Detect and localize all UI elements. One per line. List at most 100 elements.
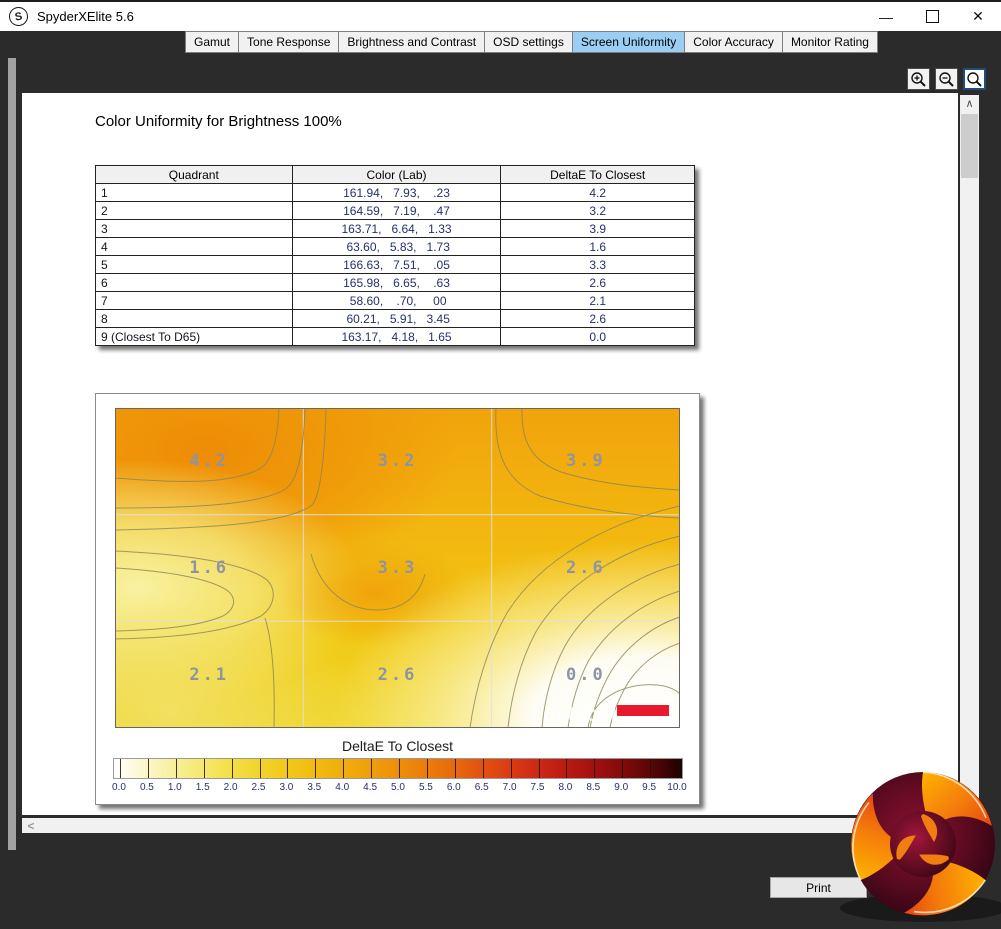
quad-cell: 7 xyxy=(95,291,293,310)
tab-monitor-rating[interactable]: Monitor Rating xyxy=(782,31,878,53)
tab-screen-uniformity[interactable]: Screen Uniformity xyxy=(572,31,686,53)
uniformity-figure: datacolor 4.2 3.2 3.9 1.6 3.3 2.6 2.1 2.6 0.0 De… xyxy=(95,393,700,805)
quad-cell: 2 xyxy=(95,201,293,220)
table-row: 4 63.60, 5.83, 1.73 1.6 xyxy=(95,237,695,256)
delta-cell: 3.3 xyxy=(500,255,695,274)
quad-cell: 8 xyxy=(95,309,293,328)
quad-cell: 9 (Closest To D65) xyxy=(95,327,293,346)
contour-plot-canvas: datacolor xyxy=(115,408,680,728)
colorbar-tick xyxy=(510,759,512,778)
uniformity-table-header-row: Quadrant Color (Lab) DeltaE To Closest xyxy=(95,165,695,184)
kitguru-logo xyxy=(836,756,1001,924)
table-row: 9 (Closest To D65) 163.17, 4.18, 1.65 0.0 xyxy=(95,327,695,346)
colorbar-tick-labels: 0.0 0.5 1.0 1.5 2.0 2.5 3.0 3.5 4.0 4.5 5.0 5.5 6.0 6… xyxy=(112,782,687,795)
column-header: DeltaE To Closest xyxy=(500,165,695,184)
page-title: Color Uniformity for Brightness 100% xyxy=(95,113,342,130)
left-frame-strip xyxy=(8,58,16,850)
table-row: 7 58.60, .70, 00 2.1 xyxy=(95,291,695,310)
colorbar-tick xyxy=(566,759,568,778)
lab-cell: 58.60, .70, 00 xyxy=(291,291,502,310)
kitguru-logo-icon xyxy=(840,771,1001,922)
colorbar-tick xyxy=(203,759,205,778)
delta-cell: 1.6 xyxy=(500,237,695,256)
column-header: Quadrant xyxy=(95,165,293,184)
minimize-button[interactable]: — xyxy=(863,2,909,31)
colorbar-tick-label: 9.5 xyxy=(642,782,657,793)
red-bar xyxy=(617,705,669,716)
scroll-left-icon[interactable]: < xyxy=(22,819,40,833)
colorbar-tick xyxy=(426,759,428,778)
colorbar-tick-label: 9.0 xyxy=(614,782,629,793)
colorbar-tick xyxy=(538,759,540,778)
lab-cell: 164.59, 7.19, .47 xyxy=(291,201,502,220)
tab-tone-response[interactable]: Tone Response xyxy=(239,31,340,53)
colorbar-gradient xyxy=(113,758,683,779)
delta-cell: 0.0 xyxy=(500,327,695,346)
tab-brightness-and-contrast[interactable]: Brightness and Contrast xyxy=(339,31,486,53)
lab-cell: 60.21, 5.91, 3.45 xyxy=(291,309,502,328)
colorbar-tick-label: 7.0 xyxy=(502,782,517,793)
colorbar-tick-label: 2.5 xyxy=(251,782,266,793)
quad-cell: 4 xyxy=(95,237,293,256)
delta-cell: 4.2 xyxy=(500,183,695,202)
vertical-scrollbar-thumb[interactable] xyxy=(961,114,978,178)
colorbar-tick xyxy=(287,759,289,778)
delta-cell: 3.2 xyxy=(500,201,695,220)
delta-cell: 2.6 xyxy=(500,273,695,292)
uniformity-table-body: 1 161.94, 7.93, .23 4.2 2 164.59, 7.19, .47 3… xyxy=(95,183,695,346)
colorbar-tick-label: 0.5 xyxy=(139,782,154,793)
title-bar: S SpyderXElite 5.6 — ✕ xyxy=(0,0,1001,31)
quad-cell: 5 xyxy=(95,255,293,274)
lab-cell: 63.60, 5.83, 1.73 xyxy=(291,237,502,256)
table-row: 8 60.21, 5.91, 3.45 2.6 xyxy=(95,309,695,328)
lab-cell: 163.71, 6.64, 1.33 xyxy=(291,219,502,238)
colorbar-tick-label: 6.0 xyxy=(446,782,461,793)
colorbar-tick xyxy=(259,759,261,778)
tab-gamut[interactable]: Gamut xyxy=(185,31,240,53)
horizontal-scrollbar[interactable]: < xyxy=(22,818,958,833)
maximize-button[interactable] xyxy=(909,2,955,31)
vertical-scrollbar[interactable]: ∧ ∨ xyxy=(960,95,979,815)
zoom-out-button[interactable] xyxy=(935,68,958,90)
colorbar-tick-label: 3.0 xyxy=(279,782,294,793)
colorbar-tick xyxy=(315,759,317,778)
colorbar-tick xyxy=(678,759,679,778)
colorbar-tick-label: 4.5 xyxy=(363,782,378,793)
scroll-up-icon[interactable]: ∧ xyxy=(960,95,979,112)
colorbar-tick xyxy=(454,759,456,778)
delta-cell: 3.9 xyxy=(500,219,695,238)
zoom-out-icon xyxy=(939,71,954,87)
table-row: 6 165.98, 6.65, .63 2.6 xyxy=(95,273,695,292)
colorbar-title: DeltaE To Closest xyxy=(341,738,453,754)
lab-cell: 163.17, 4.18, 1.65 xyxy=(291,327,502,346)
quad-cell: 1 xyxy=(95,183,293,202)
delta-cell: 2.6 xyxy=(500,309,695,328)
zoom-in-button[interactable] xyxy=(907,68,930,90)
colorbar-tick xyxy=(622,759,624,778)
tab-osd-settings[interactable]: OSD settings xyxy=(485,31,573,53)
colorbar-tick xyxy=(231,759,233,778)
colorbar-tick xyxy=(343,759,345,778)
colorbar-tick-label: 1.0 xyxy=(167,782,182,793)
colorbar-tick xyxy=(371,759,373,778)
colorbar-tick xyxy=(175,759,177,778)
colorbar-tick xyxy=(120,759,121,778)
window-title: SpyderXElite 5.6 xyxy=(37,9,134,24)
report-page: Color Uniformity for Brightness 100% Qua… xyxy=(22,93,958,815)
colorbar-tick-label: 8.5 xyxy=(586,782,601,793)
close-button[interactable]: ✕ xyxy=(955,2,1001,31)
contour-plot: datacolor 4.2 3.2 3.9 1.6 3.3 2.6 2.1 2.6 0.0 xyxy=(115,408,680,728)
table-row: 1 161.94, 7.93, .23 4.2 xyxy=(95,183,695,202)
lab-cell: 165.98, 6.65, .63 xyxy=(291,273,502,292)
lab-cell: 166.63, 7.51, .05 xyxy=(291,255,502,274)
colorbar-tick-label: 6.5 xyxy=(474,782,489,793)
colorbar-tick-label: 0.0 xyxy=(112,782,126,793)
column-header: Color (Lab) xyxy=(291,165,502,184)
colorbar-tick xyxy=(399,759,400,778)
zoom-fit-button[interactable] xyxy=(963,68,986,90)
tab-color-accuracy[interactable]: Color Accuracy xyxy=(685,31,783,53)
window-controls: — ✕ xyxy=(863,2,1001,31)
maximize-icon xyxy=(925,10,939,23)
zoom-in-icon xyxy=(911,71,926,87)
delta-cell: 2.1 xyxy=(500,291,695,310)
